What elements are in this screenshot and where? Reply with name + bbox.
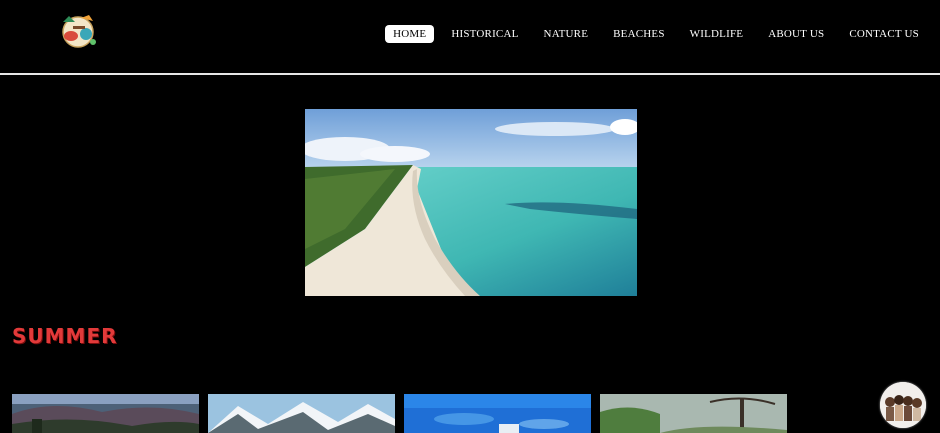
nav-about-us[interactable]: ABOUT US <box>760 25 832 43</box>
main-nav: HOME HISTORICAL NATURE BEACHES WILDLIFE … <box>376 23 940 44</box>
hill-town-image <box>12 394 199 433</box>
site-logo[interactable] <box>55 12 101 50</box>
nav-beaches[interactable]: BEACHES <box>605 25 673 43</box>
thumbnail-row <box>12 394 787 433</box>
hero-image[interactable] <box>305 109 637 296</box>
nav-nature[interactable]: NATURE <box>536 25 597 43</box>
forest-trees-image <box>600 394 787 433</box>
blue-water-image <box>404 394 591 433</box>
travel-globe-logo-icon <box>62 15 96 48</box>
section-title: SUMMER <box>12 324 118 348</box>
nav-historical[interactable]: HISTORICAL <box>443 25 526 43</box>
chat-widget-button[interactable] <box>880 382 926 428</box>
nav-contact-us[interactable]: CONTACT US <box>841 25 927 43</box>
tropical-beach-aerial-image <box>305 109 637 296</box>
header-divider <box>0 73 940 75</box>
thumbnail-card[interactable] <box>600 394 787 433</box>
nav-home[interactable]: HOME <box>385 24 435 43</box>
nav-wildlife[interactable]: WILDLIFE <box>682 25 752 43</box>
thumbnail-card[interactable] <box>12 394 199 433</box>
group-avatar-icon <box>880 382 926 428</box>
thumbnail-card[interactable] <box>404 394 591 433</box>
thumbnail-card[interactable] <box>208 394 395 433</box>
snowy-mountains-image <box>208 394 395 433</box>
